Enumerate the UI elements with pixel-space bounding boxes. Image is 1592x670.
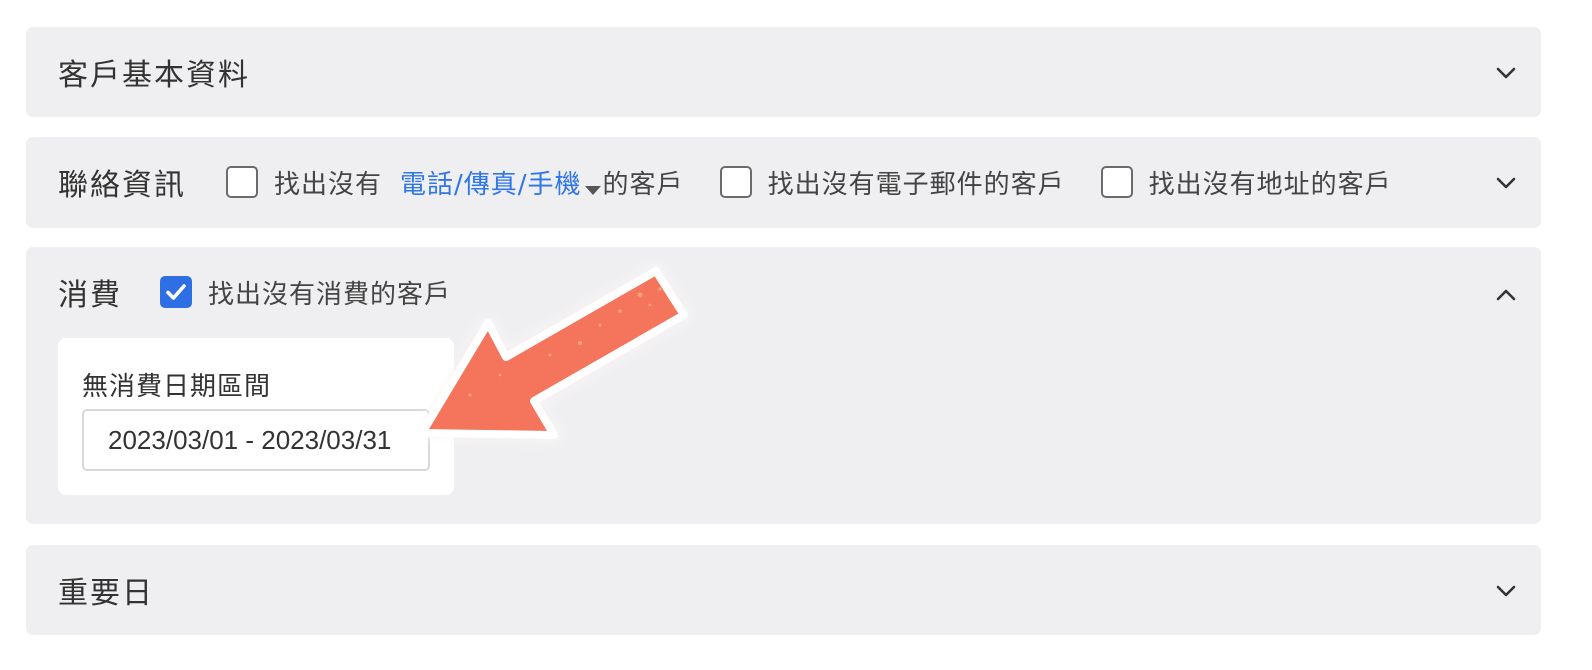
section-header: 消費 找出沒有消費的客戶 [58,247,1541,337]
chevron-down-icon[interactable] [1493,578,1519,604]
section-header[interactable]: 客戶基本資料 [58,27,1541,117]
section-title: 消費 [58,278,122,313]
section-title: 聯絡資訊 [58,168,186,203]
pointer-arrow-icon [418,267,688,439]
contact-type-dropdown[interactable]: 電話/傳真/手機 [400,164,603,201]
no-email-label: 找出沒有電子郵件的客戶 [767,169,1065,200]
no-phone-checkbox[interactable] [226,166,258,198]
chevron-down-icon[interactable] [1493,60,1519,86]
chevron-down-icon[interactable] [1493,170,1519,196]
no-email-checkbox[interactable] [719,166,752,198]
contact-type-dropdown-value: 電話/傳真/手機 [400,169,582,200]
section-customer-basic[interactable]: 客戶基本資料 [26,27,1541,117]
section-header[interactable]: 重要日 [58,545,1541,635]
no-address-label: 找出沒有地址的客戶 [1148,169,1392,200]
no-phone-label-prefix: 找出沒有 [274,169,383,200]
section-important-dates[interactable]: 重要日 [26,545,1541,635]
checkmark-icon [166,284,186,300]
section-consumption[interactable]: 消費 找出沒有消費的客戶 無消費日期區間 2023/03/01 - 2023/0… [26,247,1541,524]
no-consumption-checkbox[interactable] [160,276,192,308]
no-phone-label-suffix: 的客戶 [602,169,684,200]
caret-down-icon [584,185,601,195]
section-title: 客戶基本資料 [58,58,250,93]
no-address-checkbox[interactable] [1100,166,1133,198]
date-range-input[interactable]: 2023/03/01 - 2023/03/31 [82,409,430,471]
date-range-card: 無消費日期區間 2023/03/01 - 2023/03/31 [58,338,454,495]
section-contact-info[interactable]: 聯絡資訊 找出沒有 電話/傳真/手機 的客戶 找出沒有電子郵件的客戶 找出沒有地… [26,137,1541,228]
date-range-label: 無消費日期區間 [82,372,272,402]
section-title: 重要日 [58,576,154,611]
section-header: 聯絡資訊 找出沒有 電話/傳真/手機 的客戶 找出沒有電子郵件的客戶 找出沒有地… [58,137,1541,227]
chevron-up-icon[interactable] [1493,282,1519,308]
